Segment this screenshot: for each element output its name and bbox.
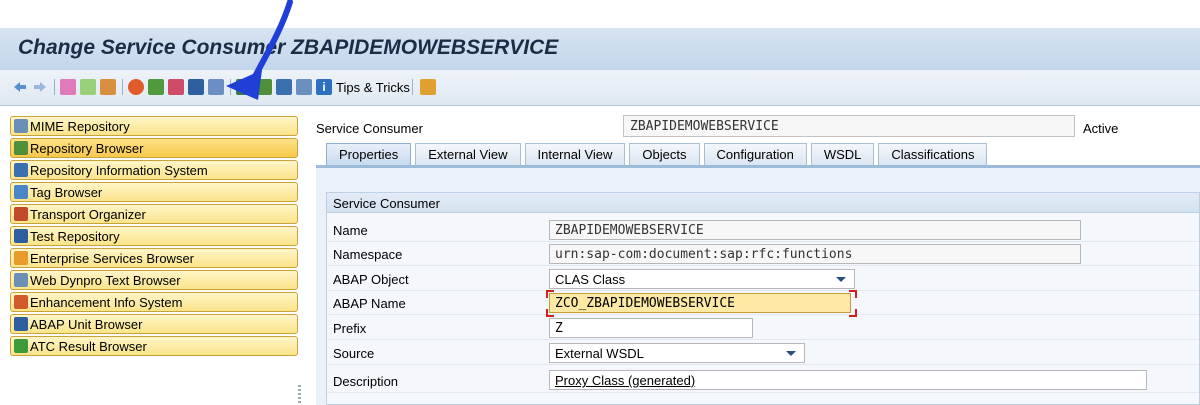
prefix-label: Prefix — [333, 321, 367, 336]
nav-item-label: Test Repository — [30, 228, 120, 244]
where-used-icon[interactable] — [148, 78, 164, 96]
display-object-list-icon[interactable] — [256, 78, 272, 96]
source-label: Source — [333, 346, 375, 361]
nav-item-enhancement-info-system[interactable]: Enhancement Info System — [10, 292, 298, 312]
splitter-handle[interactable] — [298, 385, 301, 405]
row-prefix: Prefix Z — [327, 317, 1199, 340]
tab-classifications[interactable]: Classifications — [878, 143, 988, 165]
nav-item-abap-unit-browser[interactable]: ABAP Unit Browser — [10, 314, 298, 334]
atc-icon — [14, 339, 28, 353]
prefix-field[interactable]: Z — [549, 318, 753, 338]
source-value: External WSDL — [555, 346, 644, 361]
source-dropdown[interactable]: External WSDL — [549, 343, 805, 363]
abap-unit-icon — [14, 317, 28, 331]
mime-icon — [14, 119, 28, 133]
row-source: Source External WSDL — [327, 342, 1199, 365]
application-toolbar: i Tips & Tricks — [0, 70, 1200, 106]
chevron-down-icon — [836, 277, 846, 282]
forward-icon[interactable] — [32, 78, 48, 96]
nav-item-label: Web Dynpro Text Browser — [30, 272, 181, 288]
tab-internal-view[interactable]: Internal View — [524, 143, 626, 165]
truck-icon — [14, 207, 28, 221]
name-field: ZBAPIDEMOWEBSERVICE — [549, 220, 1081, 240]
nav-item-enterprise-services-browser[interactable]: Enterprise Services Browser — [10, 248, 298, 268]
nav-item-transport-organizer[interactable]: Transport Organizer — [10, 204, 298, 224]
abap-object-value: CLAS Class — [555, 272, 626, 287]
abap-name-label: ABAP Name — [333, 296, 406, 311]
enhancement-icon — [14, 295, 28, 309]
display-change-icon[interactable] — [80, 78, 96, 96]
tab-external-view[interactable]: External View — [415, 143, 521, 165]
nav-item-label: MIME Repository — [30, 118, 130, 134]
nav-item-repository-browser[interactable]: Repository Browser — [10, 138, 298, 158]
info-icon: i — [316, 79, 332, 95]
tab-properties[interactable]: Properties — [326, 143, 412, 165]
row-description: Description Proxy Class (generated) — [327, 370, 1199, 393]
status-text: Active — [1083, 121, 1119, 136]
info-system-icon — [14, 163, 28, 177]
tips-tricks-button[interactable]: i Tips & Tricks — [316, 78, 410, 96]
nav-item-label: Enhancement Info System — [30, 294, 183, 310]
namespace-label: Namespace — [333, 247, 403, 262]
tab-wsdl[interactable]: WSDL — [810, 143, 875, 165]
abap-name-field[interactable]: ZCO_ZBAPIDEMOWEBSERVICE — [549, 293, 851, 313]
description-field[interactable]: Proxy Class (generated) — [549, 370, 1147, 390]
namespace-field: urn:sap-com:document:sap:rfc:functions — [549, 244, 1081, 264]
nav-item-mime-repository[interactable]: MIME Repository — [10, 116, 298, 136]
enterprise-icon — [14, 251, 28, 265]
title-bar: Change Service Consumer ZBAPIDEMOWEBSERV… — [0, 28, 1200, 70]
help-icon[interactable] — [296, 78, 312, 96]
activate-icon[interactable] — [100, 78, 116, 96]
nav-item-repository-information-system[interactable]: Repository Information System — [10, 160, 298, 180]
group-title: Service Consumer — [327, 193, 1199, 213]
nav-item-label: Repository Browser — [30, 140, 144, 156]
back-icon[interactable] — [12, 78, 28, 96]
test-icon[interactable] — [188, 78, 204, 96]
abap-object-label: ABAP Object — [333, 272, 409, 287]
service-consumer-group: Service Consumer Name ZBAPIDEMOWEBSERVIC… — [326, 192, 1200, 405]
nav-item-atc-result-browser[interactable]: ATC Result Browser — [10, 336, 298, 356]
description-label: Description — [333, 374, 399, 389]
settings-icon[interactable] — [420, 78, 436, 96]
nav-item-label: Transport Organizer — [30, 206, 146, 222]
test-repo-icon — [14, 229, 28, 243]
window-title: Change Service Consumer ZBAPIDEMOWEBSERV… — [18, 36, 559, 59]
nav-item-label: Tag Browser — [30, 184, 103, 200]
object-list-icon[interactable] — [208, 78, 224, 96]
nav-item-label: Repository Information System — [30, 162, 208, 178]
repository-icon — [14, 141, 28, 155]
nav-item-web-dynpro-text-browser[interactable]: Web Dynpro Text Browser — [10, 270, 298, 290]
row-abap-name: ABAP Name ZCO_ZBAPIDEMOWEBSERVICE — [327, 290, 1199, 317]
tips-tricks-label: Tips & Tricks — [336, 79, 410, 95]
edit-object-icon[interactable] — [168, 78, 184, 96]
chevron-down-icon — [786, 351, 796, 356]
other-object-icon[interactable] — [60, 78, 76, 96]
web-dynpro-icon — [14, 273, 28, 287]
tab-strip: Properties External View Internal View O… — [326, 143, 991, 165]
nav-item-label: Enterprise Services Browser — [30, 250, 194, 266]
abap-object-dropdown[interactable]: CLAS Class — [549, 269, 855, 289]
name-label: Name — [333, 223, 368, 238]
row-abap-object: ABAP Object CLAS Class — [327, 268, 1199, 291]
nav-item-tag-browser[interactable]: Tag Browser — [10, 182, 298, 202]
service-consumer-label: Service Consumer — [316, 121, 423, 136]
navigate-icon[interactable] — [236, 78, 252, 96]
nav-item-label: ATC Result Browser — [30, 338, 147, 354]
row-namespace: Namespace urn:sap-com:document:sap:rfc:f… — [327, 243, 1199, 266]
tab-objects[interactable]: Objects — [629, 143, 700, 165]
description-value: Proxy Class (generated) — [555, 373, 696, 388]
enhance-icon[interactable] — [276, 78, 292, 96]
check-icon[interactable] — [128, 78, 144, 96]
tag-icon — [14, 185, 28, 199]
service-consumer-value: ZBAPIDEMOWEBSERVICE — [623, 115, 1075, 137]
tab-configuration[interactable]: Configuration — [703, 143, 807, 165]
nav-item-test-repository[interactable]: Test Repository — [10, 226, 298, 246]
row-name: Name ZBAPIDEMOWEBSERVICE — [327, 219, 1199, 242]
nav-item-label: ABAP Unit Browser — [30, 316, 143, 332]
